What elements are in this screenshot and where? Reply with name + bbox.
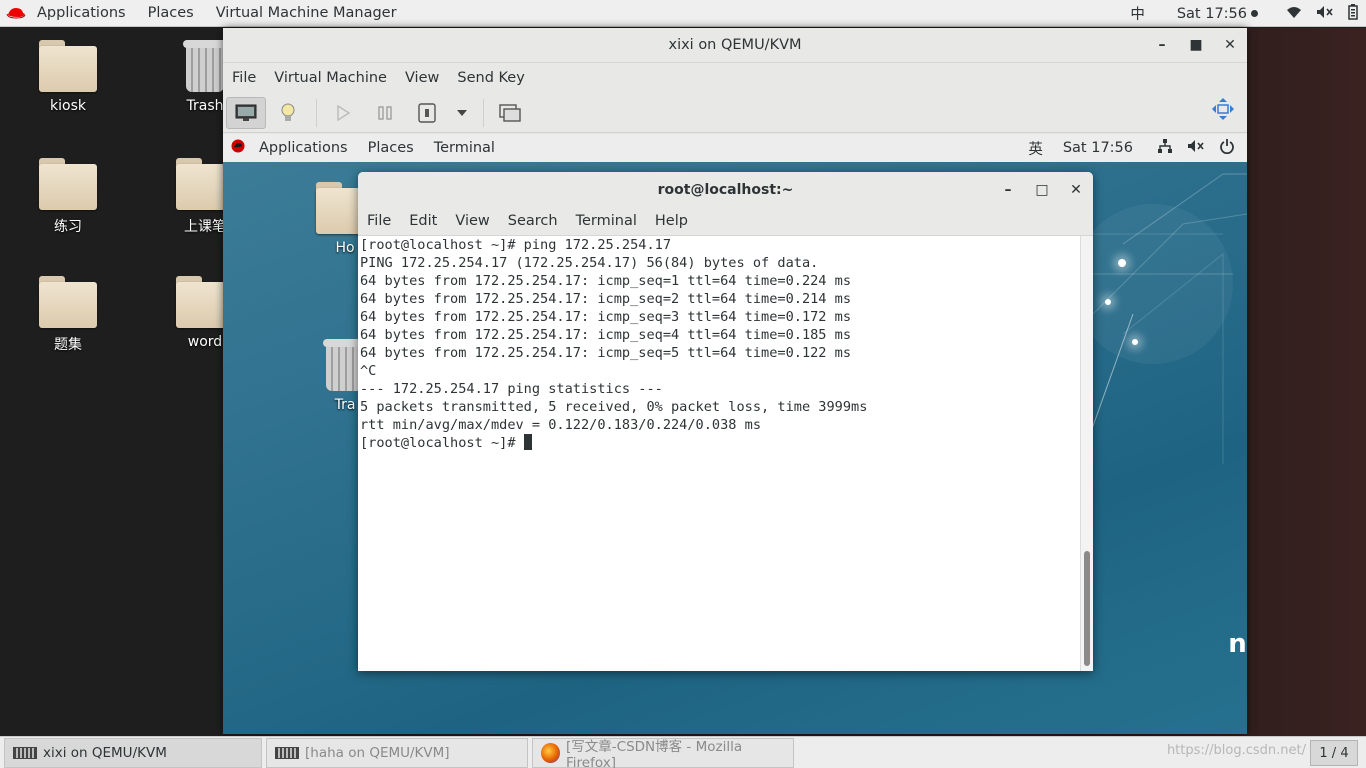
vm-window-title: xixi on QEMU/KVM (668, 37, 802, 53)
task-label: xixi on QEMU/KVM (43, 744, 167, 761)
vm-menubar: File Virtual Machine View Send Key (223, 63, 1247, 93)
window-list: xixi on QEMU/KVM [haha on QEMU/KVM] [写文章… (0, 736, 1366, 768)
terminal-line: 64 bytes from 172.25.254.17: icmp_seq=2 … (360, 291, 852, 307)
terminal-menu-file[interactable]: File (358, 213, 400, 229)
vm-window-icon (13, 746, 37, 759)
watermark: https://blog.csdn.net/ (1166, 743, 1306, 758)
vmm-app-menu[interactable]: Virtual Machine Manager (205, 5, 408, 21)
workspace-switcher[interactable]: 1 / 4 (1310, 740, 1358, 766)
terminal-menu-search[interactable]: Search (499, 213, 567, 229)
screenshot-icon[interactable] (490, 97, 530, 129)
vm-window: xixi on QEMU/KVM – ■ ✕ File Virtual Mach… (223, 28, 1247, 734)
trash-icon (183, 40, 227, 92)
maximize-icon[interactable]: ■ (1179, 37, 1213, 53)
task-label: [写文章-CSDN博客 - Mozilla Firefox] (566, 738, 743, 768)
terminal-line: rtt min/avg/max/mdev = 0.122/0.183/0.224… (360, 417, 762, 433)
shutdown-icon[interactable] (407, 97, 447, 129)
vm-menu-view[interactable]: View (396, 70, 448, 86)
close-icon[interactable]: ✕ (1213, 37, 1247, 53)
terminal-line: --- 172.25.254.17 ping statistics --- (360, 381, 663, 397)
guest-brand-text: nux (1228, 629, 1247, 659)
maximize-icon[interactable]: □ (1025, 182, 1059, 198)
places-menu[interactable]: Places (137, 5, 205, 21)
wifi-icon[interactable] (1286, 5, 1302, 23)
applications-menu[interactable]: Applications (26, 5, 137, 21)
minimize-icon[interactable]: – (1145, 37, 1179, 53)
terminal-line: 64 bytes from 172.25.254.17: icmp_seq=4 … (360, 327, 852, 343)
terminal-title: root@localhost:~ (657, 181, 794, 198)
volume-muted-icon[interactable] (1187, 139, 1205, 157)
terminal-line: 5 packets transmitted, 5 received, 0% pa… (360, 399, 868, 415)
guest-applications-menu[interactable]: Applications (249, 140, 358, 156)
redhat-logo-icon (6, 6, 26, 20)
terminal-menubar: File Edit View Search Terminal Help (358, 207, 1093, 236)
vm-window-icon (275, 746, 299, 759)
redhat-logo-icon (223, 139, 249, 157)
terminal-line: PING 172.25.254.17 (172.25.254.17) 56(84… (360, 255, 819, 271)
task-xixi-vm[interactable]: xixi on QEMU/KVM (4, 737, 262, 768)
terminal-prompt: [root@localhost ~]# (360, 435, 524, 451)
vm-toolbar (223, 93, 1247, 133)
task-label: [haha on QEMU/KVM] (305, 744, 450, 761)
terminal-window: root@localhost:~ – □ ✕ File Edit View Se… (358, 172, 1093, 671)
guest-terminal-menu[interactable]: Terminal (424, 140, 505, 156)
desktop-icon-label: 题集 (54, 337, 82, 353)
desktop-icon-questions[interactable]: 题集 (13, 276, 123, 354)
home-folder-icon (39, 40, 97, 92)
terminal-prompt-line[interactable]: [root@localhost ~]# (360, 434, 1080, 452)
terminal-menu-help[interactable]: Help (646, 213, 697, 229)
terminal-menu-terminal[interactable]: Terminal (567, 213, 646, 229)
terminal-menu-edit[interactable]: Edit (400, 213, 446, 229)
text-cursor (523, 434, 532, 450)
desktop-icon-label: kiosk (50, 98, 86, 114)
details-icon[interactable] (268, 97, 308, 129)
minimize-icon[interactable]: – (991, 182, 1025, 198)
firefox-icon (541, 742, 561, 763)
battery-icon[interactable] (1348, 3, 1358, 24)
input-method-indicator[interactable]: 中 (1130, 3, 1145, 24)
power-icon[interactable] (1219, 138, 1235, 158)
terminal-menu-view[interactable]: View (446, 213, 498, 229)
task-firefox[interactable]: [写文章-CSDN博客 - Mozilla Firefox] (532, 737, 794, 768)
desktop-icon-kiosk[interactable]: kiosk (13, 40, 123, 114)
network-icon[interactable] (1157, 138, 1173, 158)
terminal-output[interactable]: [root@localhost ~]# ping 172.25.254.17 PI… (358, 236, 1080, 671)
top-panel: Applications Places Virtual Machine Mana… (0, 0, 1366, 27)
vm-menu-virtual-machine[interactable]: Virtual Machine (265, 70, 396, 86)
terminal-scrollbar[interactable] (1080, 236, 1093, 671)
volume-muted-icon[interactable] (1316, 5, 1334, 23)
folder-icon (39, 158, 97, 210)
folder-icon (39, 276, 97, 328)
terminal-line: 64 bytes from 172.25.254.17: icmp_seq=3 … (360, 309, 852, 325)
guest-input-method[interactable]: 英 (1028, 138, 1043, 159)
terminal-line: 64 bytes from 172.25.254.17: icmp_seq=1 … (360, 273, 852, 289)
fullscreen-icon[interactable] (1211, 97, 1235, 125)
run-icon[interactable] (323, 97, 363, 129)
chevron-down-icon[interactable] (449, 97, 475, 129)
terminal-line: 64 bytes from 172.25.254.17: icmp_seq=5 … (360, 345, 852, 361)
terminal-line: [root@localhost ~]# ping 172.25.254.17 (360, 237, 671, 253)
close-icon[interactable]: ✕ (1059, 182, 1093, 198)
guest-places-menu[interactable]: Places (358, 140, 424, 156)
desktop-icon-label: 练习 (54, 219, 82, 235)
task-haha-vm[interactable]: [haha on QEMU/KVM] (266, 737, 528, 768)
guest-clock[interactable]: Sat 17:56 (1063, 140, 1133, 156)
vm-menu-send-key[interactable]: Send Key (448, 70, 533, 86)
guest-top-panel: Applications Places Terminal 英 Sat 17:56 (223, 134, 1247, 162)
terminal-titlebar[interactable]: root@localhost:~ – □ ✕ (358, 172, 1093, 207)
vm-titlebar[interactable]: xixi on QEMU/KVM – ■ ✕ (223, 28, 1247, 63)
pause-icon[interactable] (365, 97, 405, 129)
desktop-icon-practice[interactable]: 练习 (13, 158, 123, 236)
vm-menu-file[interactable]: File (223, 70, 265, 86)
clock[interactable]: Sat 17:56 (1177, 6, 1258, 22)
terminal-line: ^C (360, 363, 377, 379)
top-panel-menus: Applications Places Virtual Machine Mana… (0, 0, 408, 26)
guest-display[interactable]: Applications Places Terminal 英 Sat 17:56 (223, 134, 1247, 734)
console-view-icon[interactable] (226, 96, 266, 129)
scrollbar-thumb[interactable] (1084, 551, 1090, 666)
